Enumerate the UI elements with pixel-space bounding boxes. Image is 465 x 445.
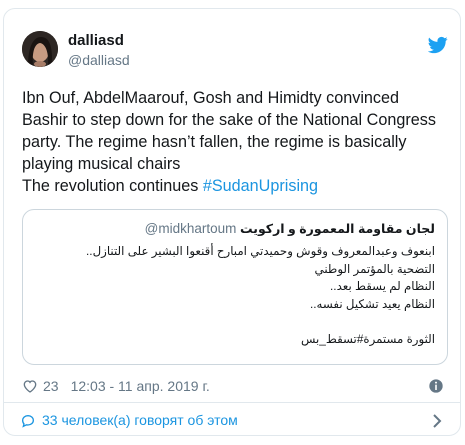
replies-count-text[interactable]: 33 человек(а) говорят об этом — [42, 412, 238, 428]
quoted-author-handle: @midkhartoum — [144, 221, 237, 236]
quoted-text-line — [35, 313, 435, 331]
avatar[interactable] — [22, 31, 58, 67]
quoted-text-line: التضحية بالمؤتمر الوطني — [314, 261, 435, 276]
info-icon[interactable] — [428, 378, 444, 394]
tweet-text-line: playing musical chairs — [22, 155, 181, 173]
quoted-author-name: لجان مقاومة المعمورة و اركويت — [240, 222, 435, 236]
quoted-text-line: النظام لم يسقط بعد.. — [330, 279, 435, 293]
like-count[interactable]: 23 — [43, 378, 59, 394]
quoted-text-line: ابنعوف وعبدالمعروف وقوش وحميدتي امبارح أ… — [86, 244, 435, 258]
tweet-text-prefix: The revolution continues — [22, 177, 203, 195]
tweet-text-line: Ibn Ouf, AbdelMaarouf, Gosh and Himidty … — [22, 89, 400, 107]
quoted-tweet[interactable]: لجان مقاومة المعمورة و اركويت @midkharto… — [22, 209, 448, 365]
tweet-text: Ibn Ouf, AbdelMaarouf, Gosh and Himidty … — [22, 87, 450, 197]
quoted-tweet-header: لجان مقاومة المعمورة و اركويت @midkharto… — [145, 221, 435, 236]
tweet-text-line: The revolution continues #SudanUprising — [22, 175, 450, 197]
chevron-right-icon — [433, 414, 442, 428]
replies-link[interactable]: 33 человек(а) говорят об этом — [4, 403, 460, 436]
quoted-text-line: الثورة مستمرة#تسقط_بس — [300, 331, 435, 346]
hashtag-link[interactable]: #SudanUprising — [203, 177, 318, 195]
tweet-embed-card: dalliasd @dalliasd Ibn Ouf, AbdelMaarouf… — [3, 8, 461, 436]
quoted-text-line: النظام يعيد تشكيل نفسه.. — [309, 296, 435, 311]
author-handle[interactable]: @dalliasd — [68, 52, 130, 68]
quoted-tweet-text: ابنعوف وعبدالمعروف وقوش وحميدتي امبارح أ… — [35, 243, 435, 348]
author-name[interactable]: dalliasd — [68, 32, 124, 49]
reply-icon — [21, 414, 35, 428]
tweet-text-line: party. The regime hasn’t fallen, the reg… — [22, 133, 407, 151]
heart-icon[interactable] — [22, 378, 38, 394]
tweet-timestamp[interactable]: 12:03 - 11 апр. 2019 г. — [71, 378, 210, 394]
tweet-meta: 23 12:03 - 11 апр. 2019 г. — [22, 376, 210, 396]
twitter-bird-icon[interactable] — [428, 35, 448, 55]
tweet-text-line: Bashir to step down for the sake of the … — [22, 111, 436, 129]
